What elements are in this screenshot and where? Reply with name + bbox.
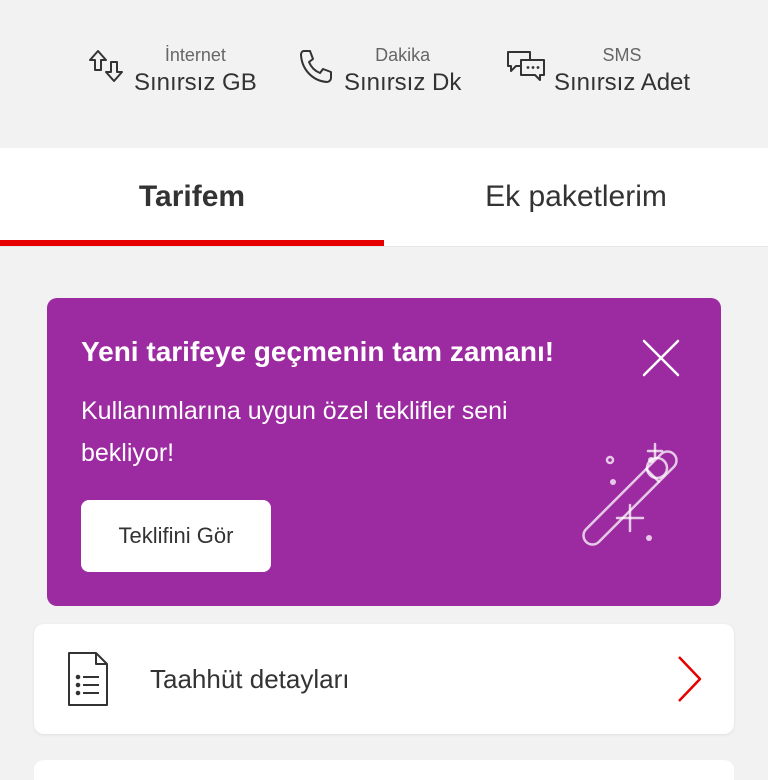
see-offer-button[interactable]: Teklifini Gör bbox=[81, 500, 271, 572]
chevron-right-icon bbox=[674, 654, 704, 704]
sms-value: Sınırsız Adet bbox=[554, 69, 691, 96]
usage-summary: İnternet Sınırsız GB Dakika Sınırsız Dk bbox=[0, 0, 768, 148]
tab-bar: Tarifem Ek paketlerim bbox=[0, 148, 768, 247]
data-transfer-icon bbox=[84, 44, 128, 88]
active-tab-indicator bbox=[0, 240, 384, 246]
close-icon[interactable] bbox=[641, 338, 681, 378]
tab-tarifem[interactable]: Tarifem bbox=[0, 148, 384, 246]
commitment-details-row[interactable]: Taahhüt detayları bbox=[34, 624, 734, 734]
internet-value: Sınırsız GB bbox=[134, 69, 257, 96]
document-icon bbox=[66, 650, 110, 708]
usage-sms: SMS Sınırsız Adet bbox=[504, 44, 690, 98]
list-item bbox=[34, 760, 734, 780]
usage-internet: İnternet Sınırsız GB bbox=[84, 44, 257, 98]
commitment-details-label: Taahhüt detayları bbox=[150, 664, 350, 694]
chat-bubbles-icon bbox=[504, 44, 548, 88]
phone-icon bbox=[294, 44, 338, 88]
promo-title: Yeni tarifeye geçmenin tam zamanı! bbox=[81, 336, 555, 367]
usage-minutes: Dakika Sınırsız Dk bbox=[294, 44, 461, 98]
tab-ek-paketlerim[interactable]: Ek paketlerim bbox=[384, 148, 768, 246]
promo-card: Yeni tarifeye geçmenin tam zamanı! Kulla… bbox=[47, 298, 721, 606]
minutes-value: Sınırsız Dk bbox=[344, 69, 462, 96]
magic-wand-icon bbox=[555, 438, 685, 558]
internet-label: İnternet bbox=[164, 45, 226, 65]
minutes-label: Dakika bbox=[375, 45, 431, 65]
promo-description: Kullanımlarına uygun özel teklifler seni… bbox=[81, 397, 508, 467]
sms-label: SMS bbox=[602, 45, 642, 65]
